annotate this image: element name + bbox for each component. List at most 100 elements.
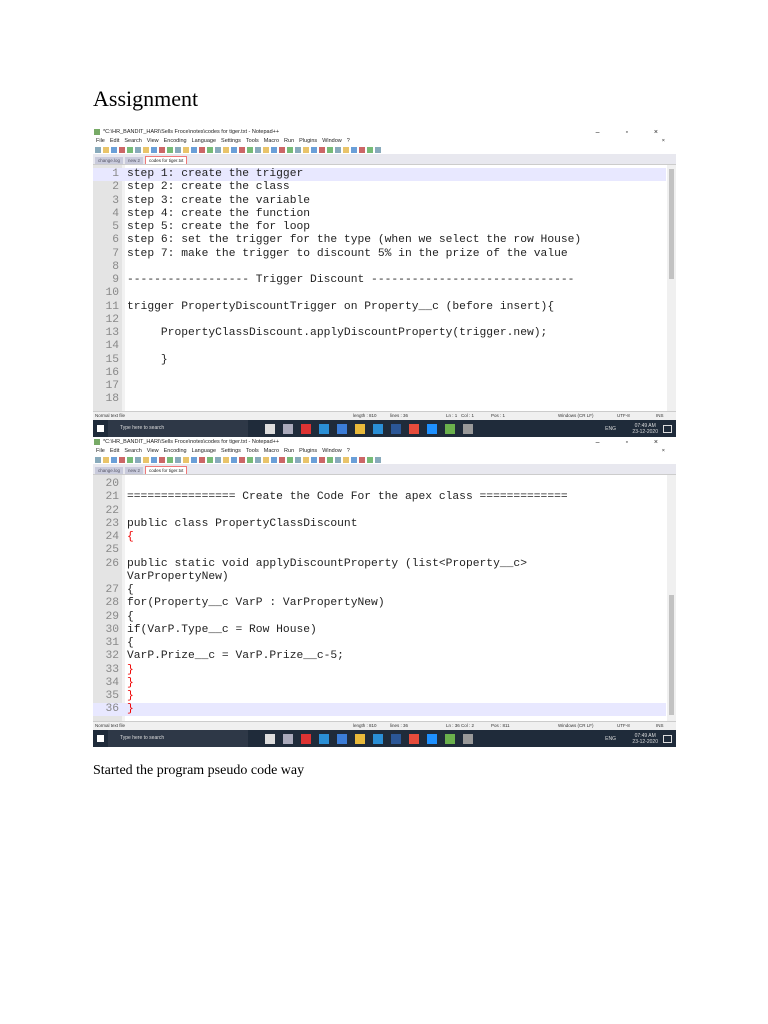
toolbar-button-icon[interactable] <box>191 456 197 463</box>
toolbar-button-icon[interactable] <box>167 146 173 153</box>
vertical-scrollbar[interactable] <box>667 475 676 721</box>
menu-item[interactable]: View <box>147 448 159 454</box>
toolbar-button-icon[interactable] <box>335 146 341 153</box>
taskbar-app-icon[interactable] <box>301 424 311 434</box>
taskbar-clock[interactable]: 07:49 AM 23-12-2020 <box>632 423 658 435</box>
vertical-scrollbar[interactable] <box>667 165 676 411</box>
language-indicator[interactable]: ENG <box>605 736 616 742</box>
toolbar-button-icon[interactable] <box>295 146 301 153</box>
taskbar-app-icon[interactable] <box>355 424 365 434</box>
tab-file[interactable]: new 2 <box>125 157 144 164</box>
toolbar-button-icon[interactable] <box>351 146 357 153</box>
menu-item[interactable]: ? <box>347 448 350 454</box>
toolbar-button-icon[interactable] <box>135 456 141 463</box>
toolbar-button-icon[interactable] <box>159 456 165 463</box>
toolbar-button-icon[interactable] <box>287 456 293 463</box>
toolbar-button-icon[interactable] <box>327 146 333 153</box>
toolbar-button-icon[interactable] <box>295 456 301 463</box>
taskbar-app-icon[interactable] <box>409 424 419 434</box>
toolbar-button-icon[interactable] <box>223 146 229 153</box>
window-controls[interactable]: – ▫ × <box>596 128 670 137</box>
toolbar-button-icon[interactable] <box>95 146 101 153</box>
toolbar-button-icon[interactable] <box>247 456 253 463</box>
toolbar-button-icon[interactable] <box>183 146 189 153</box>
toolbar-button-icon[interactable] <box>119 456 125 463</box>
taskbar-app-icon[interactable] <box>427 734 437 744</box>
toolbar-button-icon[interactable] <box>111 146 117 153</box>
menu-item[interactable]: Search <box>124 448 141 454</box>
toolbar-button-icon[interactable] <box>311 146 317 153</box>
toolbar-button-icon[interactable] <box>159 146 165 153</box>
tab-file[interactable]: new 2 <box>125 467 144 474</box>
toolbar-button-icon[interactable] <box>255 456 261 463</box>
toolbar-button-icon[interactable] <box>375 146 381 153</box>
code-editor[interactable]: 1 step 1: create the trigger 2 step 2: crea… <box>93 164 676 411</box>
menu-item[interactable]: Language <box>192 448 216 454</box>
taskbar-app-icon[interactable] <box>265 734 275 744</box>
toolbar-button-icon[interactable] <box>151 456 157 463</box>
taskbar-app-icon[interactable] <box>283 734 293 744</box>
toolbar-button-icon[interactable] <box>367 456 373 463</box>
toolbar-button-icon[interactable] <box>311 456 317 463</box>
taskbar-app-icon[interactable] <box>463 734 473 744</box>
toolbar-button-icon[interactable] <box>279 146 285 153</box>
menu-item[interactable]: File <box>96 138 105 144</box>
close-document-button[interactable]: × <box>662 447 665 455</box>
toolbar-button-icon[interactable] <box>119 146 125 153</box>
taskbar-app-icon[interactable] <box>409 734 419 744</box>
menu-item[interactable]: Settings <box>221 138 241 144</box>
toolbar-button-icon[interactable] <box>303 456 309 463</box>
toolbar-button-icon[interactable] <box>199 146 205 153</box>
toolbar-button-icon[interactable] <box>103 146 109 153</box>
taskbar-app-icon[interactable] <box>463 424 473 434</box>
windows-start-icon[interactable] <box>97 735 104 742</box>
taskbar-app-icon[interactable] <box>391 734 401 744</box>
toolbar-button-icon[interactable] <box>95 456 101 463</box>
menu-item[interactable]: Edit <box>110 138 119 144</box>
toolbar-button-icon[interactable] <box>335 456 341 463</box>
toolbar-button-icon[interactable] <box>239 146 245 153</box>
toolbar-button-icon[interactable] <box>287 146 293 153</box>
windows-start-icon[interactable] <box>97 425 104 432</box>
toolbar-button-icon[interactable] <box>319 456 325 463</box>
tab-file[interactable]: change.log <box>95 157 124 164</box>
toolbar-button-icon[interactable] <box>231 146 237 153</box>
toolbar-button-icon[interactable] <box>263 146 269 153</box>
taskbar-app-icon[interactable] <box>337 734 347 744</box>
toolbar-button-icon[interactable] <box>303 146 309 153</box>
toolbar-button-icon[interactable] <box>151 146 157 153</box>
tab-file[interactable]: codes for tiger.txt <box>145 466 188 474</box>
scrollbar-thumb[interactable] <box>669 595 674 715</box>
menu-item[interactable]: Encoding <box>164 448 187 454</box>
toolbar-button-icon[interactable] <box>199 456 205 463</box>
toolbar-button-icon[interactable] <box>135 146 141 153</box>
close-document-button[interactable]: × <box>662 137 665 145</box>
toolbar-button-icon[interactable] <box>263 456 269 463</box>
toolbar-button-icon[interactable] <box>231 456 237 463</box>
menu-item[interactable]: Tools <box>246 448 259 454</box>
toolbar-button-icon[interactable] <box>175 456 181 463</box>
menu-item[interactable]: Encoding <box>164 138 187 144</box>
menu-item[interactable]: File <box>96 448 105 454</box>
toolbar-button-icon[interactable] <box>127 456 133 463</box>
toolbar-button-icon[interactable] <box>127 146 133 153</box>
toolbar-button-icon[interactable] <box>359 146 365 153</box>
code-editor[interactable]: 20 21 ================ Create the Code For… <box>93 474 676 721</box>
toolbar-button-icon[interactable] <box>359 456 365 463</box>
menu-item[interactable]: Plugins <box>299 448 317 454</box>
menu-item[interactable]: Search <box>124 138 141 144</box>
toolbar-button-icon[interactable] <box>183 456 189 463</box>
taskbar-app-icon[interactable] <box>391 424 401 434</box>
menu-item[interactable]: View <box>147 138 159 144</box>
taskbar-app-icon[interactable] <box>319 424 329 434</box>
taskbar-app-icon[interactable] <box>283 424 293 434</box>
toolbar-button-icon[interactable] <box>279 456 285 463</box>
taskbar-app-icon[interactable] <box>337 424 347 434</box>
toolbar-button-icon[interactable] <box>167 456 173 463</box>
toolbar-button-icon[interactable] <box>271 456 277 463</box>
menu-item[interactable]: Edit <box>110 448 119 454</box>
menu-item[interactable]: Run <box>284 138 294 144</box>
taskbar-clock[interactable]: 07:49 AM 23-12-2020 <box>632 733 658 745</box>
language-indicator[interactable]: ENG <box>605 426 616 432</box>
taskbar-app-icon[interactable] <box>445 424 455 434</box>
